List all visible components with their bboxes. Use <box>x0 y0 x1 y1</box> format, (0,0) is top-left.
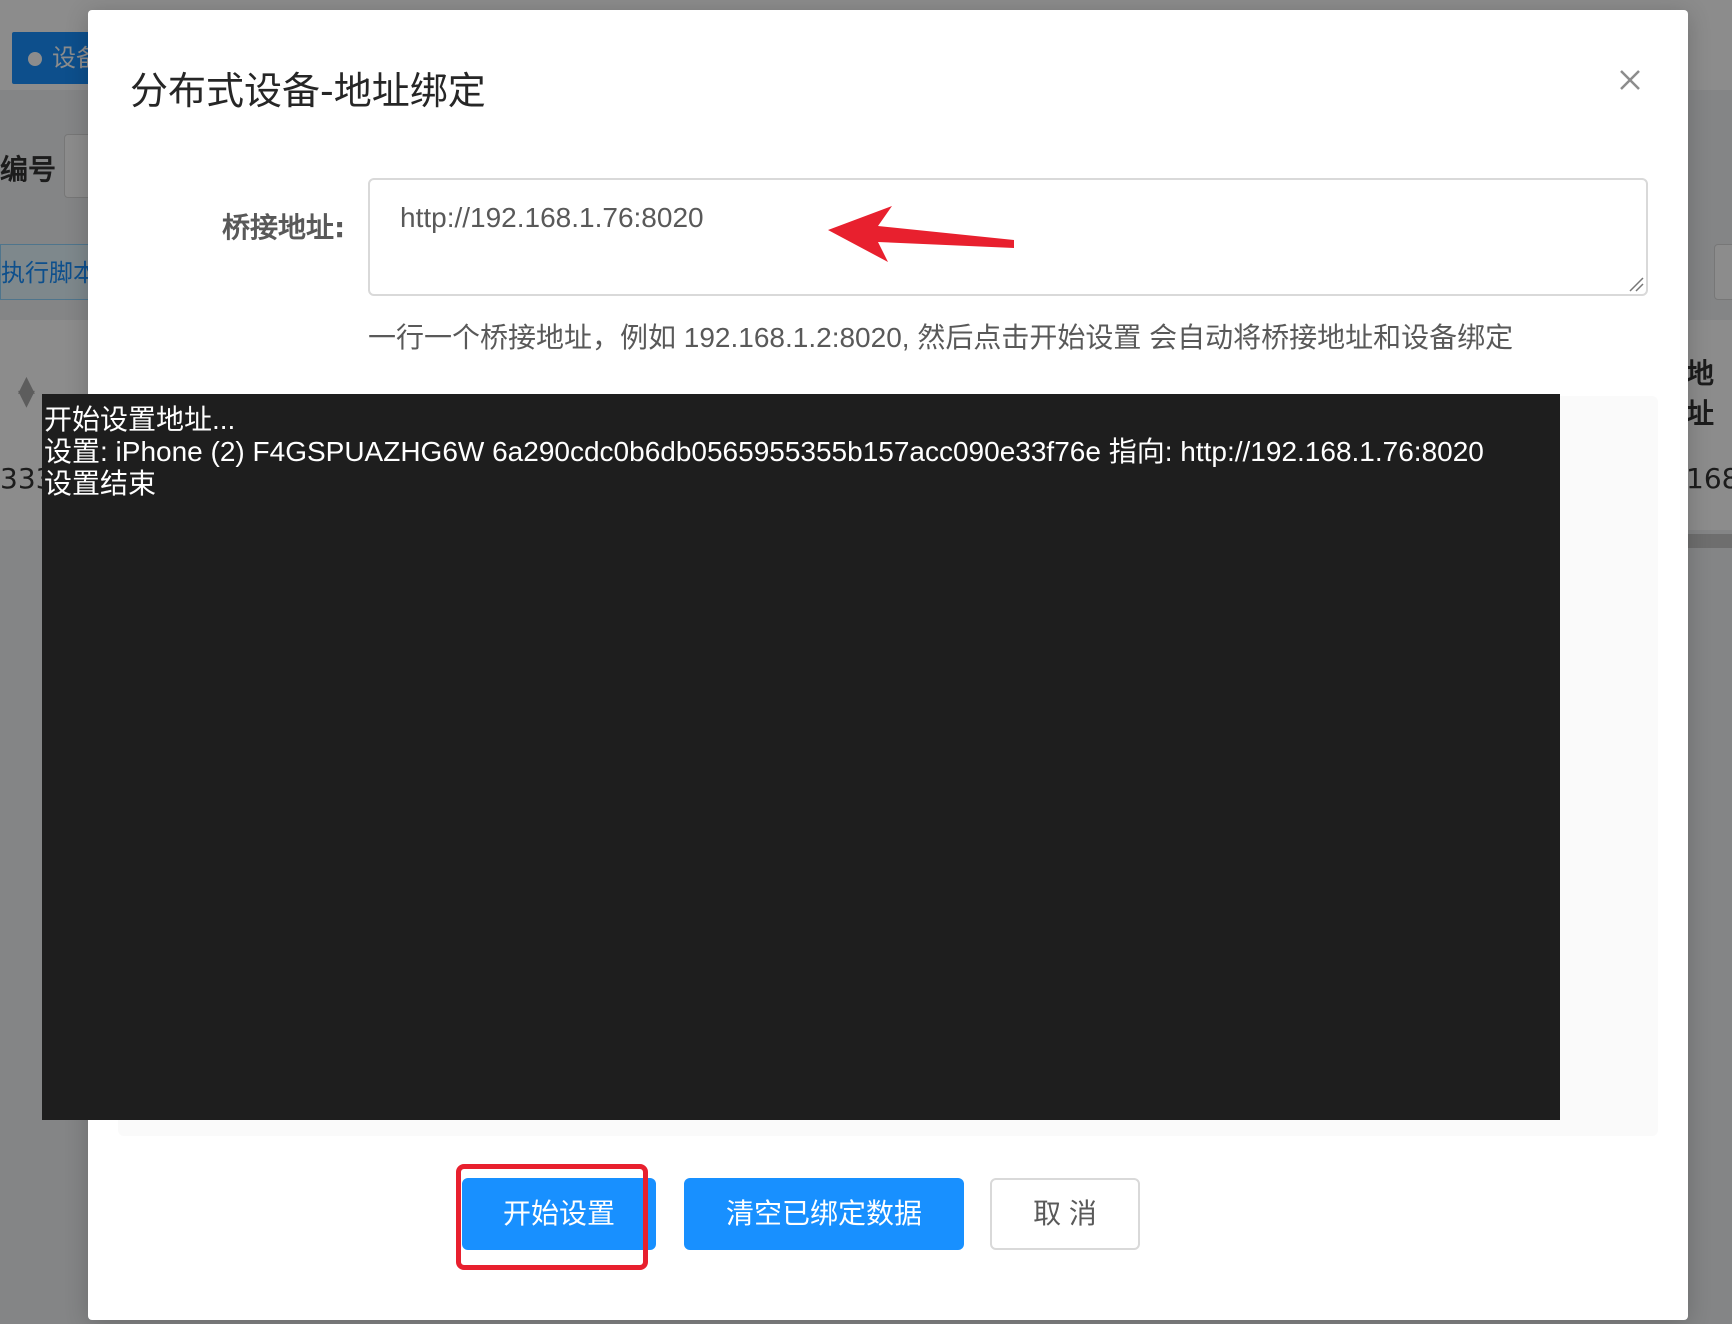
close-button[interactable] <box>1612 62 1648 98</box>
resize-handle-icon[interactable] <box>1628 276 1644 292</box>
modal-title: 分布式设备-地址绑定 <box>130 69 486 113</box>
close-icon <box>1620 70 1640 90</box>
clear-bound-data-button[interactable]: 清空已绑定数据 <box>684 1178 964 1250</box>
console-line: 开始设置地址... <box>44 404 236 435</box>
cancel-button[interactable]: 取 消 <box>990 1178 1140 1250</box>
console-line: 设置: iPhone (2) F4GSPUAZHG6W 6a290cdc0b6d… <box>44 436 1484 467</box>
bridge-address-hint: 一行一个桥接地址，例如 192.168.1.2:8020, 然后点击开始设置 会… <box>368 322 1514 353</box>
log-console: 开始设置地址... 设置: iPhone (2) F4GSPUAZHG6W 6a… <box>42 394 1560 1120</box>
bridge-address-label: 桥接地址: <box>222 211 346 244</box>
start-setup-button[interactable]: 开始设置 <box>462 1178 656 1250</box>
red-arrow-annotation-icon <box>828 206 1014 262</box>
console-line: 设置结束 <box>44 468 157 499</box>
